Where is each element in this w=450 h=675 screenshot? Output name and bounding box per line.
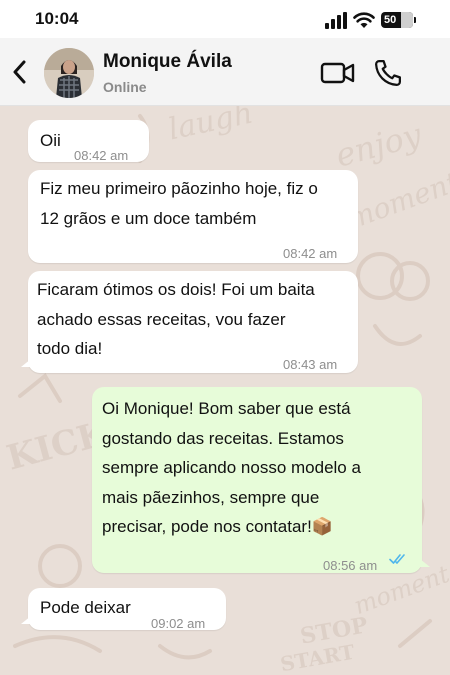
chevron-left-icon: [13, 60, 26, 84]
double-check-read-icon: [389, 554, 405, 564]
message-time: 08:42 am: [283, 246, 338, 261]
chat-area[interactable]: laugh enjoy moment KICK moment STOP STAR…: [0, 106, 450, 675]
message-text: Pode deixar: [40, 598, 131, 617]
message-text: Ficaram ótimos os dois! Foi um baita ach…: [37, 280, 315, 358]
battery-empty-portion: [401, 12, 413, 28]
avatar-photo: [44, 48, 94, 98]
message-text: Oii: [40, 131, 61, 150]
status-time: 10:04: [35, 9, 79, 28]
battery-icon: 50: [381, 12, 416, 28]
video-camera-icon: [320, 62, 355, 84]
bubble-tail: [21, 359, 31, 367]
chat-header: Monique Ávila Online: [0, 38, 450, 106]
avatar[interactable]: [44, 48, 94, 98]
contact-name[interactable]: Monique Ávila: [103, 51, 232, 73]
message-text: Fiz meu primeiro pãozinho hoje, fiz o 12…: [40, 179, 318, 228]
phone-icon: [375, 60, 401, 86]
battery-level: 50: [384, 14, 397, 26]
contact-status: Online: [103, 79, 147, 95]
video-call-button[interactable]: [320, 60, 356, 91]
message-bubble-incoming[interactable]: Fiz meu primeiro pãozinho hoje, fiz o 12…: [28, 170, 358, 263]
bubble-tail: [420, 559, 430, 567]
message-bubble-incoming[interactable]: Oii 08:42 am: [28, 120, 149, 163]
back-button[interactable]: [6, 56, 32, 88]
wifi-icon: [353, 11, 375, 28]
message-bubble-incoming[interactable]: Pode deixar 09:02 am: [21, 588, 226, 631]
voice-call-button[interactable]: [373, 58, 403, 93]
message-time: 08:43 am: [283, 357, 338, 372]
cellular-signal-icon: [325, 11, 347, 29]
message-bubble-incoming[interactable]: Ficaram ótimos os dois! Foi um baita ach…: [21, 271, 358, 373]
message-bubble-outgoing[interactable]: Oi Monique! Bom saber que está gostando …: [92, 387, 430, 573]
message-time: 09:02 am: [151, 616, 206, 631]
status-icons: 50: [325, 10, 416, 30]
message-time: 08:42 am: [74, 148, 129, 163]
bubble-tail: [21, 616, 31, 624]
status-bar: 10:04 50: [0, 0, 450, 38]
message-text: Oi Monique! Bom saber que está gostando …: [102, 399, 361, 536]
message-time: 08:56 am: [323, 558, 378, 573]
